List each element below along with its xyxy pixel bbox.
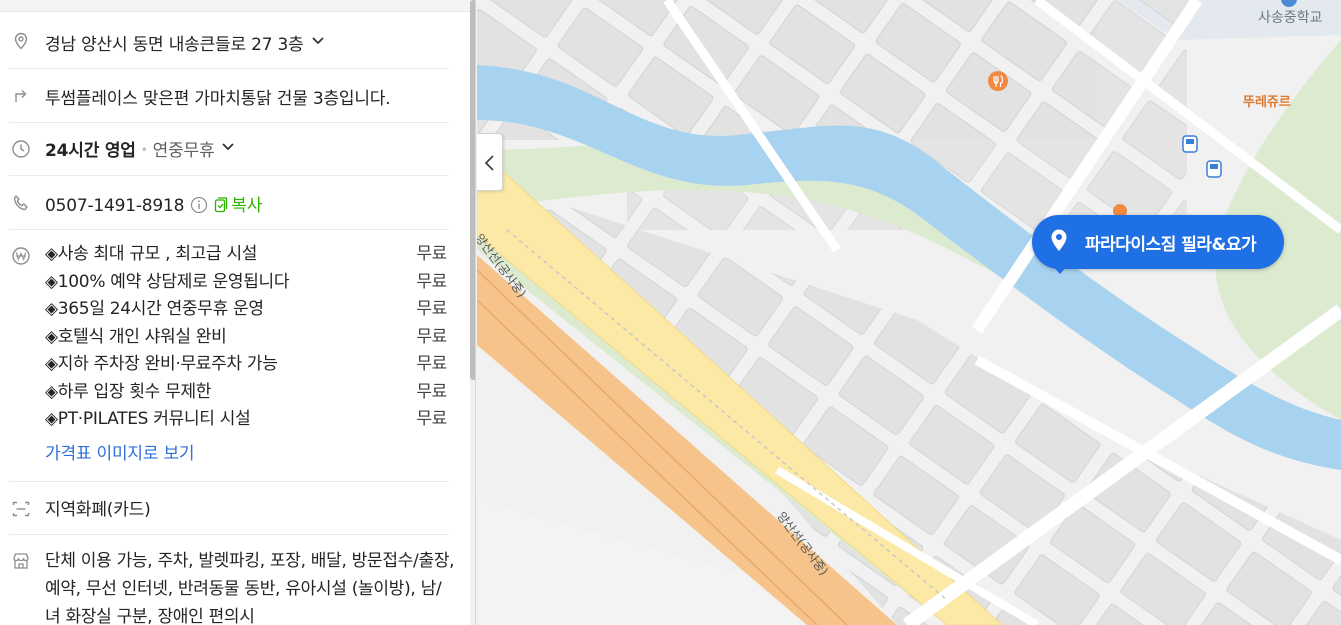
price-name: ◈호텔식 개인 샤워실 완비 [45, 326, 227, 347]
chevron-down-icon[interactable] [311, 37, 324, 47]
price-name: ◈365일 24시간 연중무휴 운영 [45, 299, 264, 319]
price-value: 무료 [416, 409, 447, 429]
separator-dot: • [140, 143, 148, 157]
directions-row: 투썸플레이스 맞은편 가마치통닭 건물 3층입니다. [9, 69, 449, 123]
price-value: 무료 [416, 354, 447, 374]
copy-label: 복사 [231, 196, 263, 216]
panel-scrollbar[interactable] [470, 0, 475, 625]
price-value: 무료 [416, 381, 447, 402]
price-item: ◈하루 입장 횟수 무제한 무료 [45, 380, 449, 408]
restaurant-icon[interactable] [988, 71, 1008, 91]
copy-button[interactable]: 복사 [214, 196, 262, 216]
card-scan-icon [11, 499, 31, 519]
price-item: ◈365일 24시간 연중무휴 운영 무료 [45, 297, 449, 325]
scrollbar-thumb[interactable] [470, 0, 475, 380]
directions-text: 투썸플레이스 맞은편 가마치통닭 건물 3층입니다. [45, 89, 391, 109]
bus-stop-icon[interactable] [1182, 135, 1198, 153]
phone-icon [11, 193, 31, 213]
panel-collapse-button[interactable] [477, 133, 503, 191]
store-icon [11, 551, 31, 571]
hours-status: 24시간 영업 [45, 141, 136, 161]
price-item: ◈사송 최대 규모 , 최고급 시설 무료 [45, 242, 449, 270]
address-row: 경남 양산시 동면 내송큰들로 27 3층 [9, 12, 449, 69]
price-item: ◈PT·PILATES 커뮤니티 시설 무료 [45, 407, 449, 435]
map-view[interactable]: 사송중학교 뚜레쥬르 양산선(공사중) 양산선(공사중) 파라다이스짐 필라&요… [477, 0, 1341, 625]
price-name: ◈지하 주차장 완비·무료주차 가능 [45, 354, 278, 374]
price-value: 무료 [416, 244, 447, 264]
price-value: 무료 [416, 326, 447, 347]
price-item: ◈지하 주차장 완비·무료주차 가능 무료 [45, 352, 449, 380]
chevron-left-icon [484, 155, 494, 171]
price-list: ◈사송 최대 규모 , 최고급 시설 무료 ◈100% 예약 상담제로 운영됩니다… [45, 242, 449, 435]
facilities-row: 단체 이용 가능, 주차, 발렛파킹, 포장, 배달, 방문접수/출장, 예약,… [9, 535, 455, 625]
currency-text: 지역화폐(카드) [45, 500, 151, 520]
address-text[interactable]: 경남 양산시 동면 내송큰들로 27 3층 [45, 30, 324, 55]
turn-arrow-icon [11, 85, 31, 105]
hours-note: 연중무휴 [152, 141, 215, 161]
map-label-school[interactable]: 사송중학교 [1258, 7, 1322, 27]
price-name: ◈사송 최대 규모 , 최고급 시설 [45, 244, 258, 264]
facilities-text: 단체 이용 가능, 주차, 발렛파킹, 포장, 배달, 방문접수/출장, 예약,… [45, 551, 455, 625]
price-row: ◈사송 최대 규모 , 최고급 시설 무료 ◈100% 예약 상담제로 운영됩니다… [9, 230, 449, 482]
location-pin-icon [1039, 222, 1079, 262]
location-pin-icon [11, 31, 31, 51]
hours-text[interactable]: 24시간 영업 • 연중무휴 [45, 136, 235, 161]
won-icon [11, 246, 31, 266]
hours-row: 24시간 영업 • 연중무휴 [9, 123, 449, 176]
phone-number[interactable]: 0507-1491-8918 [45, 196, 184, 216]
price-value: 무료 [416, 299, 447, 319]
address-value: 경남 양산시 동면 내송큰들로 27 3층 [45, 35, 304, 55]
price-item: ◈호텔식 개인 샤워실 완비 무료 [45, 325, 449, 353]
currency-row: 지역화폐(카드) [9, 482, 449, 535]
phone-text: 0507-1491-8918 복사 [45, 191, 262, 216]
place-detail-panel: 경남 양산시 동면 내송큰들로 27 3층 투썸플레이스 맞은편 가마치통닭 건… [0, 0, 476, 625]
price-image-link[interactable]: 가격표 이미지로 보기 [45, 439, 195, 464]
place-marker-label: 파라다이스짐 필라&요가 [1085, 235, 1257, 255]
price-value: 무료 [416, 271, 447, 292]
phone-row: 0507-1491-8918 복사 [9, 176, 449, 230]
price-name: ◈100% 예약 상담제로 운영됩니다 [45, 271, 290, 292]
clock-icon [11, 139, 31, 159]
price-item: ◈100% 예약 상담제로 운영됩니다 무료 [45, 270, 449, 298]
panel-top-divider [0, 0, 470, 12]
place-marker[interactable]: 파라다이스짐 필라&요가 [1032, 215, 1284, 274]
info-icon[interactable] [190, 196, 208, 214]
price-name: ◈하루 입장 횟수 무제한 [45, 381, 212, 402]
price-name: ◈PT·PILATES 커뮤니티 시설 [45, 409, 251, 429]
chevron-down-icon[interactable] [222, 143, 235, 153]
copy-icon [214, 197, 228, 213]
marker-tail [1052, 265, 1068, 274]
map-canvas[interactable] [477, 0, 1341, 625]
bus-stop-icon[interactable] [1206, 160, 1222, 178]
map-label-restaurant[interactable]: 뚜레쥬르 [1243, 91, 1291, 110]
